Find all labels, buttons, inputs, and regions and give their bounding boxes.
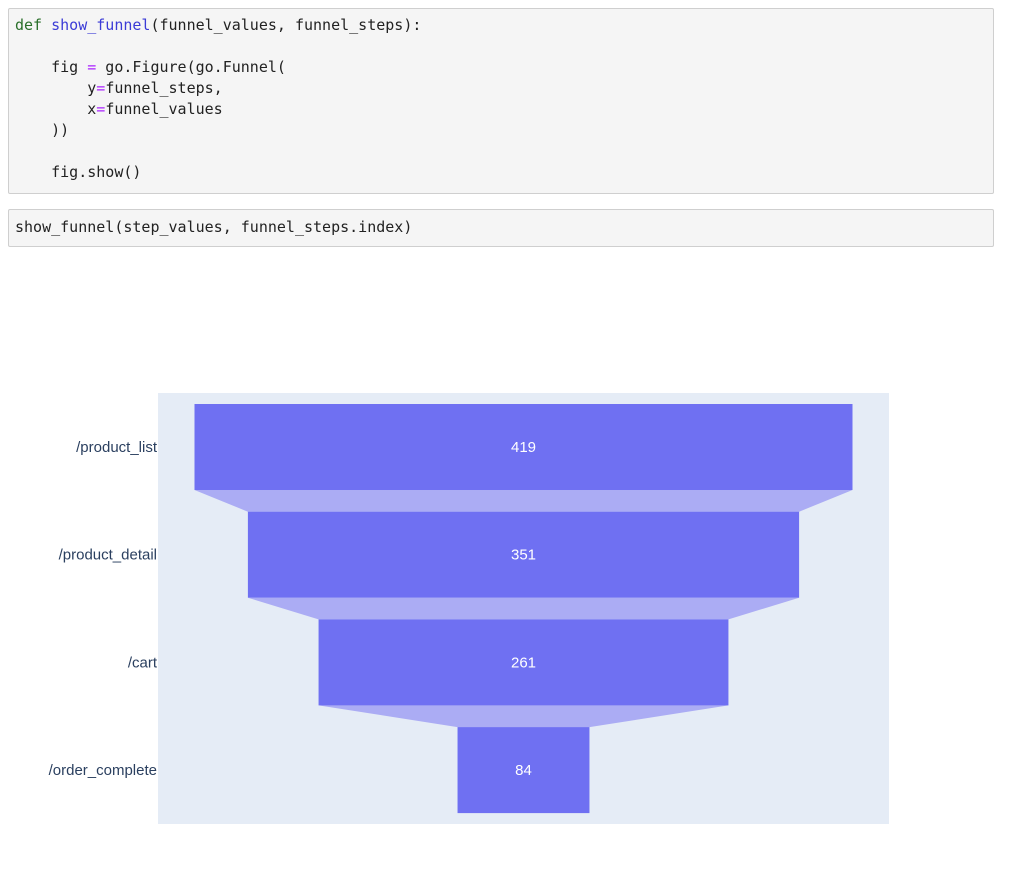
- code-token: =: [96, 100, 106, 118]
- code-line: def show_funnel(funnel_values, funnel_st…: [15, 15, 987, 36]
- code-token: )): [15, 121, 70, 139]
- code-token: funnel_steps,: [105, 79, 223, 97]
- funnel-chart: 419/product_list 351/product_detail 261/ca…: [49, 393, 889, 824]
- code-token: (funnel_values, funnel_steps):: [150, 16, 422, 34]
- code-token: y: [15, 79, 97, 97]
- code-cell-funnel-def[interactable]: def show_funnel(funnel_values, funnel_st…: [8, 8, 994, 194]
- code-token: fig: [15, 58, 88, 76]
- code-cell-funnel-call[interactable]: show_funnel(step_values, funnel_steps.in…: [8, 209, 994, 247]
- code-line: fig = go.Figure(go.Funnel(: [15, 57, 987, 78]
- code-editor[interactable]: def show_funnel(funnel_values, funnel_st…: [9, 9, 993, 189]
- funnel-category-label: /order_complete: [49, 762, 157, 779]
- code-token: =: [87, 58, 97, 76]
- funnel-category-label: /product_detail: [59, 547, 157, 564]
- code-token: x: [15, 100, 97, 118]
- code-token: def: [15, 16, 43, 34]
- code-line: show_funnel(step_values, funnel_steps.in…: [15, 217, 987, 238]
- funnel-connector: [194, 490, 853, 512]
- code-token: funnel_values: [105, 100, 223, 118]
- code-line: )): [15, 120, 987, 141]
- funnel-category-label: /cart: [128, 654, 158, 671]
- code-line: y=funnel_steps,: [15, 78, 987, 99]
- code-token: =: [96, 79, 106, 97]
- code-token: go.Figure(go.Funnel(: [96, 58, 286, 76]
- code-token: show_funnel: [51, 16, 151, 34]
- code-token: fig.show(): [15, 163, 142, 181]
- code-editor[interactable]: show_funnel(step_values, funnel_steps.in…: [9, 210, 993, 244]
- funnel-category-label: /product_list: [76, 439, 158, 456]
- funnel-value-label: 261: [511, 654, 536, 671]
- code-line: fig.show(): [15, 162, 987, 183]
- code-token: show_funnel(step_values, funnel_steps.in…: [15, 218, 413, 236]
- funnel-value-label: 84: [515, 762, 532, 779]
- funnel-chart-output: 419/product_list 351/product_detail 261/ca…: [0, 380, 1016, 840]
- funnel-connector: [247, 597, 800, 620]
- funnel-value-label: 419: [511, 439, 536, 456]
- code-line: x=funnel_values: [15, 99, 987, 120]
- funnel-value-label: 351: [511, 547, 536, 564]
